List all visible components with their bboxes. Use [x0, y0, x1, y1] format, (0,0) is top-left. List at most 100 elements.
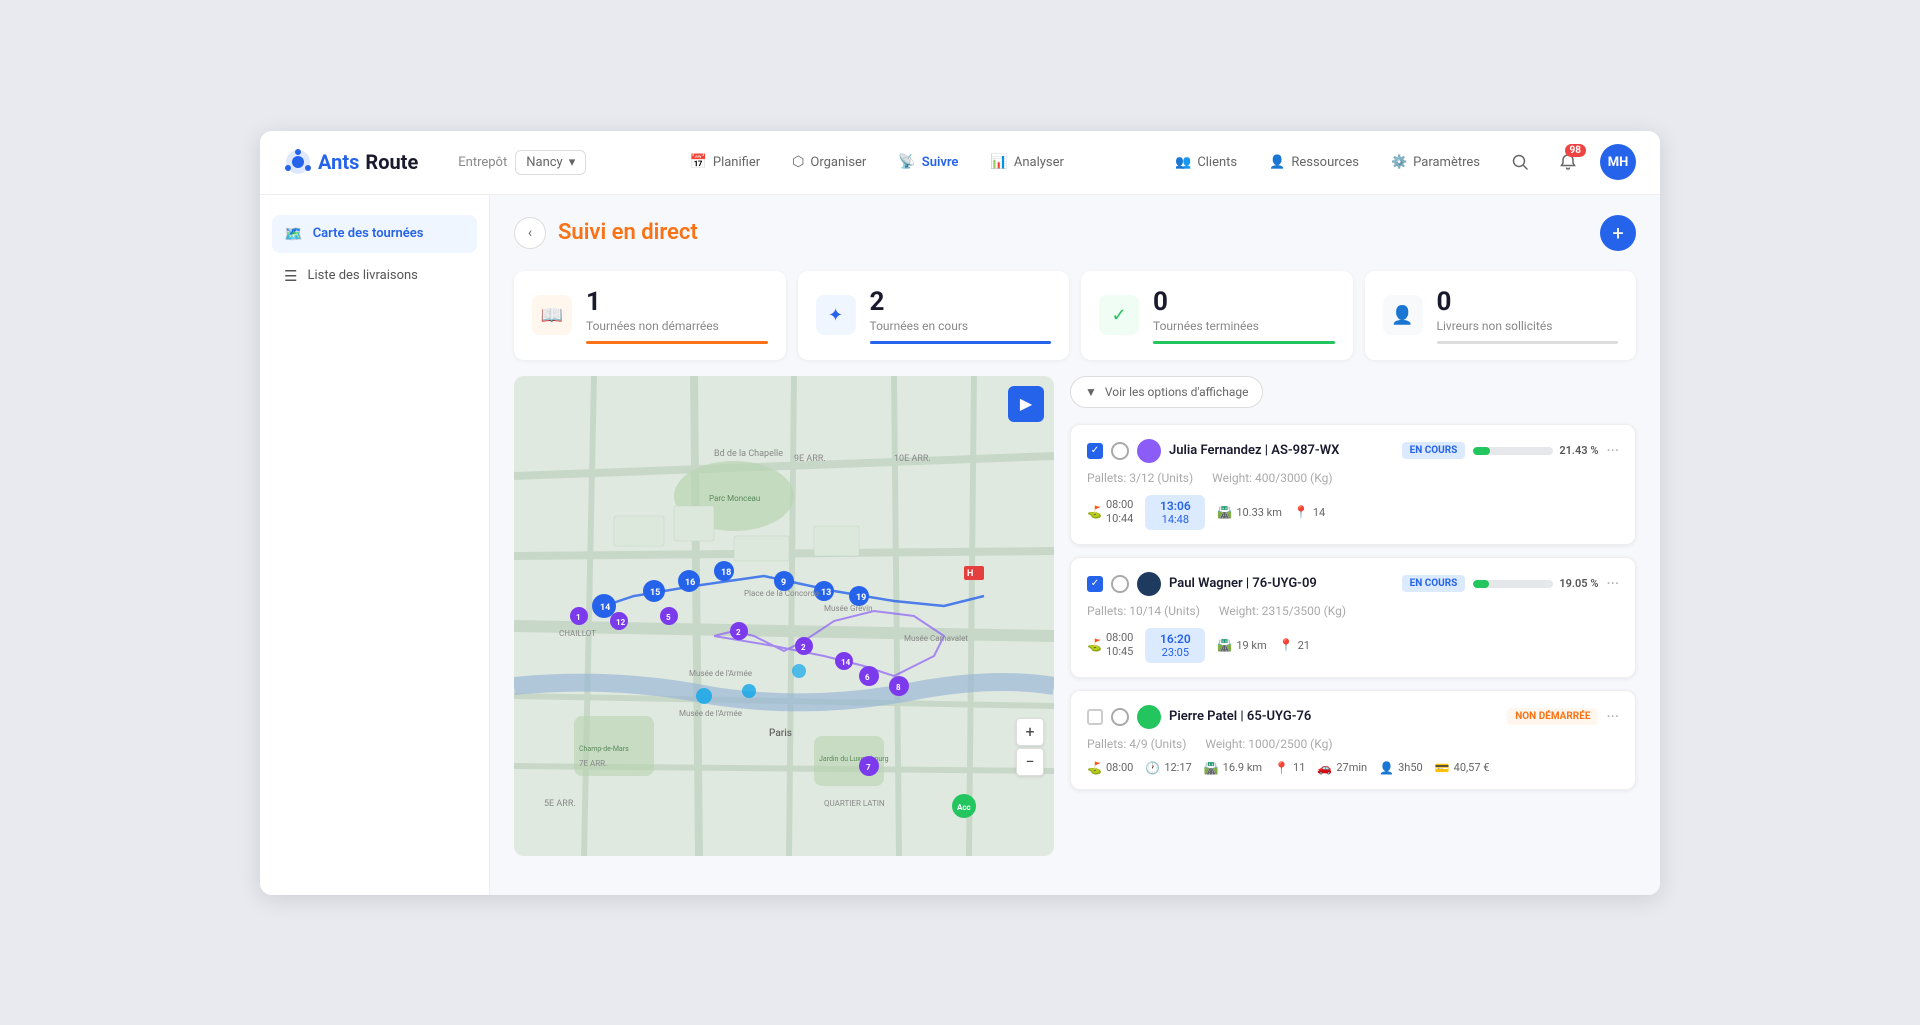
zoom-out-button[interactable]: − [1016, 748, 1044, 776]
parametres-label: Paramètres [1413, 155, 1480, 170]
route-3-stops: 📍 11 [1274, 761, 1305, 775]
route-1-hl-start: 13:06 [1160, 499, 1191, 513]
stat-number-3: 0 [1437, 287, 1619, 317]
depot-selector: Entrepôt Nancy ▾ [458, 150, 586, 175]
route-1-stops: 📍 14 [1294, 505, 1325, 519]
stat-label-3: Livreurs non sollicités [1437, 319, 1619, 333]
route-1-stats: ⛳ 08:00 10:44 13:06 14:48 [1087, 495, 1619, 530]
map-svg: Parc Monceau Champ-de-Mars Jardin du Lux… [514, 376, 1054, 856]
route-2-time-start: 08:00 [1106, 631, 1133, 645]
svg-text:10E ARR.: 10E ARR. [894, 454, 931, 464]
display-options-label: Voir les options d'affichage [1105, 385, 1249, 399]
svg-text:5E ARR.: 5E ARR. [544, 799, 576, 809]
sidebar-item-liste[interactable]: ☰ Liste des livraisons [272, 257, 477, 295]
clock-icon: 🕐 [1145, 761, 1160, 775]
map-expand-button[interactable]: ▶ [1008, 386, 1044, 422]
route-3-weight: Weight: 1000/2500 (Kg) [1205, 737, 1332, 751]
logo-icon [284, 148, 312, 176]
route-3-sub: Pallets: 4/9 (Units) Weight: 1000/2500 (… [1087, 737, 1619, 751]
parametres-action[interactable]: ⚙️ Paramètres [1383, 151, 1488, 174]
route-1-progress-pct: 21.43 % [1559, 444, 1598, 457]
calendar-icon: 📅 [689, 154, 706, 170]
route-1-menu-button[interactable]: ··· [1606, 441, 1619, 460]
display-options-button[interactable]: ▼ Voir les options d'affichage [1070, 376, 1263, 408]
svg-text:13: 13 [821, 588, 831, 598]
svg-text:2: 2 [801, 643, 806, 652]
stat-label-2: Tournées terminées [1153, 319, 1335, 333]
search-button[interactable] [1504, 146, 1536, 178]
route-2-menu-button[interactable]: ··· [1606, 574, 1619, 593]
depot-select[interactable]: Nancy ▾ [515, 150, 586, 175]
route-1-progress-bar-container [1473, 447, 1553, 455]
route-3-distance: 🛣️ 16.9 km [1204, 761, 1262, 775]
svg-text:7: 7 [866, 763, 871, 772]
route-2-progress: 19.05 % [1473, 577, 1598, 590]
notifications-button[interactable]: 98 [1552, 146, 1584, 178]
nav-analyser[interactable]: 📊 Analyser [976, 148, 1078, 176]
svg-text:2: 2 [736, 628, 741, 637]
notif-badge: 98 [1565, 144, 1586, 157]
route-2-stops: 📍 21 [1279, 638, 1310, 652]
route-2-name: Paul Wagner | 76-UYG-09 [1169, 576, 1394, 591]
back-button[interactable]: ‹ [514, 217, 546, 249]
stat-info-3: 0 Livreurs non sollicités [1437, 287, 1619, 344]
sidebar-item-carte[interactable]: 🗺️ Carte des tournées [272, 215, 477, 253]
nav-suivre[interactable]: 📡 Suivre [884, 148, 972, 176]
route-3-time-start: 08:00 [1106, 761, 1133, 774]
route-1-time-block: 13:06 14:48 [1145, 495, 1205, 530]
page-title: Suivi en direct [558, 220, 698, 245]
svg-text:Jardin du Luxembourg: Jardin du Luxembourg [819, 755, 889, 763]
route-3-avatar [1137, 705, 1161, 729]
stat-number-0: 1 [586, 287, 768, 317]
user-avatar[interactable]: MH [1600, 144, 1636, 180]
svg-text:CHAILLOT: CHAILLOT [559, 629, 596, 638]
route-1-stops-val: 14 [1313, 506, 1325, 519]
route-3-menu-button[interactable]: ··· [1606, 707, 1619, 726]
nav-planifier[interactable]: 📅 Planifier [675, 148, 774, 176]
route-card-3: Pierre Patel | 65-UYG-76 NON DÉMARRÉE ··… [1070, 690, 1636, 790]
svg-text:Acc: Acc [957, 803, 971, 812]
route-2-start-time: ⛳ 08:00 10:45 [1087, 631, 1133, 660]
route-3-start-time: ⛳ 08:00 [1087, 761, 1133, 775]
clients-action[interactable]: 👥 Clients [1167, 151, 1245, 174]
route-2-hl-end: 23:05 [1162, 646, 1189, 659]
track-icon: 📡 [898, 154, 915, 170]
page-body: 🗺️ Carte des tournées ☰ Liste des livrai… [260, 195, 1660, 895]
route-1-time-end: 10:44 [1106, 512, 1133, 526]
hex-icon: ⬡ [792, 154, 804, 170]
route-2-stops-val: 21 [1298, 639, 1310, 652]
location-icon: 📍 [1294, 505, 1309, 519]
route-3-name: Pierre Patel | 65-UYG-76 [1169, 709, 1499, 724]
route-card-2: ✓ Paul Wagner | 76-UYG-09 EN COURS 19.05… [1070, 557, 1636, 678]
route-3-checkbox[interactable] [1087, 709, 1103, 725]
svg-text:7E ARR.: 7E ARR. [579, 759, 607, 768]
route-3-time-stop: 12:17 [1164, 761, 1191, 774]
clients-icon: 👥 [1175, 155, 1191, 170]
route-3-duration-val: 27min [1336, 761, 1367, 774]
logo: AntsRoute [284, 148, 418, 176]
svg-text:14: 14 [600, 603, 610, 613]
sidebar: 🗺️ Carte des tournées ☰ Liste des livrai… [260, 195, 490, 895]
nav-organiser[interactable]: ⬡ Organiser [778, 148, 880, 176]
stat-label-0: Tournées non démarrées [586, 319, 768, 333]
nav-organiser-label: Organiser [810, 155, 866, 170]
person-icon: 👤 [1383, 295, 1423, 335]
route-2-avatar [1137, 572, 1161, 596]
stat-terminees: ✓ 0 Tournées terminées [1081, 271, 1353, 360]
zoom-in-button[interactable]: + [1016, 718, 1044, 746]
main-nav: 📅 Planifier ⬡ Organiser 📡 Suivre 📊 Analy… [610, 148, 1143, 176]
stat-en-cours: ✦ 2 Tournées en cours [798, 271, 1070, 360]
route-3-stop-time: 🕐 12:17 [1145, 761, 1191, 775]
route-card-1: ✓ Julia Fernandez | AS-987-WX EN COURS 2… [1070, 424, 1636, 545]
route-3-circle [1111, 708, 1129, 726]
svg-text:18: 18 [721, 568, 731, 578]
add-button[interactable]: + [1600, 215, 1636, 251]
route-2-weight: Weight: 2315/3500 (Kg) [1219, 604, 1346, 618]
ressources-action[interactable]: 👤 Ressources [1261, 151, 1367, 174]
location-icon-2: 📍 [1279, 638, 1294, 652]
route-2-sub: Pallets: 10/14 (Units) Weight: 2315/3500… [1087, 604, 1619, 618]
route-1-checkbox[interactable]: ✓ [1087, 443, 1103, 459]
route-2-header: ✓ Paul Wagner | 76-UYG-09 EN COURS 19.05… [1087, 572, 1619, 596]
route-2-checkbox[interactable]: ✓ [1087, 576, 1103, 592]
svg-text:H: H [967, 569, 973, 579]
